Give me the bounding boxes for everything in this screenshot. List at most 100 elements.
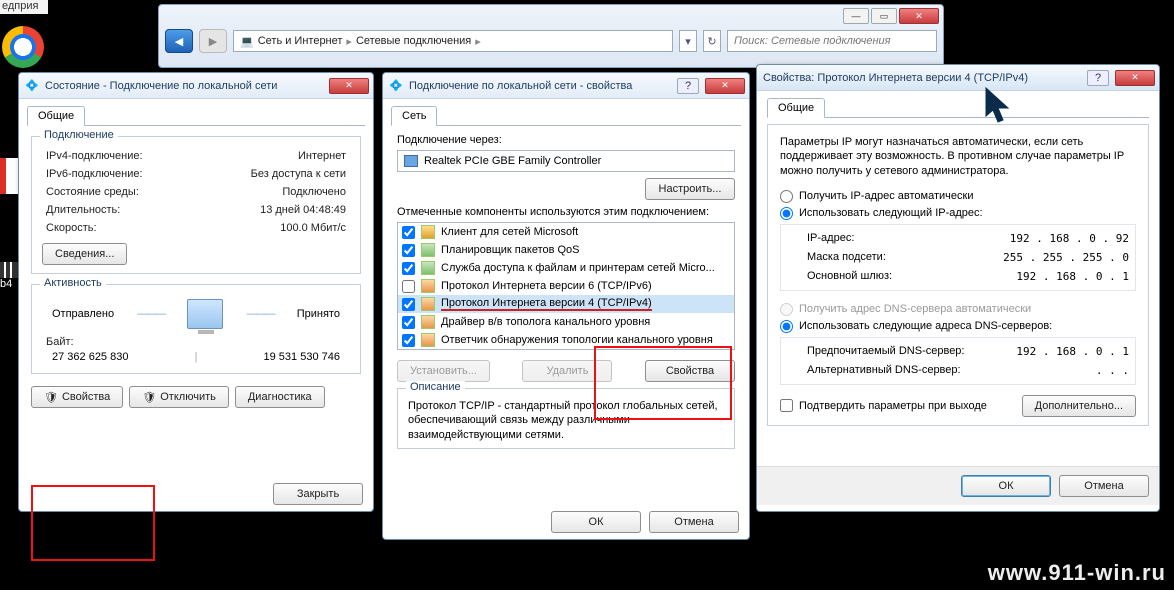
uninstall-button[interactable]: Удалить xyxy=(522,360,612,382)
search-input[interactable]: Поиск: Сетевые подключения xyxy=(727,30,937,52)
checkbox-label: Подтвердить параметры при выходе xyxy=(799,400,987,412)
configure-button[interactable]: Настроить... xyxy=(645,178,735,200)
window-title: Подключение по локальной сети - свойства xyxy=(409,80,671,92)
subnet-mask-field[interactable]: 255 . 255 . 255 . 0 xyxy=(1003,251,1129,264)
radio-manual-ip[interactable] xyxy=(780,207,793,220)
dns2-field[interactable]: . . . xyxy=(1096,364,1129,377)
cancel-button[interactable]: Отмена xyxy=(649,511,739,533)
nav-back-button[interactable]: ◀ xyxy=(165,29,193,53)
refresh-button[interactable]: ↻ xyxy=(703,30,721,52)
help-button[interactable]: ? xyxy=(1087,70,1109,86)
value: 100.0 Мбит/с xyxy=(280,222,346,234)
label: Подключение через: xyxy=(397,134,735,146)
explorer-window: — ▭ ✕ ◀ ▶ 💻 Сеть и Интернет ▸ Сетевые по… xyxy=(158,4,944,68)
status-window: 💠 Состояние - Подключение по локальной с… xyxy=(18,72,374,512)
close-button[interactable]: ✕ xyxy=(899,8,939,24)
service-icon xyxy=(421,243,435,257)
gmail-icon[interactable] xyxy=(0,158,18,194)
gateway-field[interactable]: 192 . 168 . 0 . 1 xyxy=(1016,270,1129,283)
ok-button[interactable]: ОК xyxy=(961,475,1051,497)
window-title: Свойства: Протокол Интернета версии 4 (T… xyxy=(763,72,1081,84)
protocol-icon xyxy=(421,333,435,347)
checkbox[interactable] xyxy=(402,280,415,293)
close-button[interactable]: ✕ xyxy=(1115,70,1155,86)
dns1-field[interactable]: 192 . 168 . 0 . 1 xyxy=(1016,345,1129,358)
advanced-button[interactable]: Дополнительно... xyxy=(1022,395,1136,417)
recv-label: Принято xyxy=(297,308,340,320)
label: Скорость: xyxy=(46,222,280,234)
taskbar-label: b4 xyxy=(0,278,12,290)
label: Состояние среды: xyxy=(46,186,282,198)
item-label: Ответчик обнаружения топологии канальног… xyxy=(441,334,713,346)
network-icon: 💠 xyxy=(25,79,39,93)
properties-button[interactable]: 🛡Свойства xyxy=(31,386,123,408)
breadcrumb[interactable]: 💻 Сеть и Интернет ▸ Сетевые подключения … xyxy=(233,30,673,52)
install-button[interactable]: Установить... xyxy=(397,360,490,382)
ip-address-field[interactable]: 192 . 168 . 0 . 92 xyxy=(1010,232,1129,245)
close-button[interactable]: ✕ xyxy=(705,78,745,94)
validate-checkbox-row[interactable]: Подтвердить параметры при выходе xyxy=(780,397,987,414)
shield-icon: 🛡 xyxy=(44,391,58,404)
cancel-button[interactable]: Отмена xyxy=(1059,475,1149,497)
list-item[interactable]: Служба доступа к файлам и принтерам сете… xyxy=(398,259,734,277)
history-dropdown[interactable]: ▾ xyxy=(679,30,697,52)
checkbox[interactable] xyxy=(402,334,415,347)
component-list[interactable]: Клиент для сетей Microsoft Планировщик п… xyxy=(397,222,735,350)
group-title: Активность xyxy=(40,277,106,289)
adapter-name: Realtek PCIe GBE Family Controller xyxy=(424,155,601,167)
taskbar-icon[interactable] xyxy=(0,262,18,278)
close-dialog-button[interactable]: Закрыть xyxy=(273,483,363,505)
minimize-button[interactable]: — xyxy=(843,8,869,24)
checkbox[interactable] xyxy=(402,244,415,257)
checkbox[interactable] xyxy=(402,262,415,275)
item-label: Протокол Интернета версии 6 (TCP/IPv6) xyxy=(441,280,652,292)
list-item[interactable]: Клиент для сетей Microsoft xyxy=(398,223,734,241)
tab-general[interactable]: Общие xyxy=(27,106,85,126)
description-text: Протокол TCP/IP - стандартный протокол г… xyxy=(408,399,724,442)
component-properties-button[interactable]: Свойства xyxy=(645,360,735,382)
checkbox[interactable] xyxy=(402,298,415,311)
radio-label: Получить IP-адрес автоматически xyxy=(799,190,973,202)
search-placeholder: Поиск: Сетевые подключения xyxy=(734,35,891,47)
watermark: www.911-win.ru xyxy=(988,560,1166,586)
radio-auto-dns xyxy=(780,303,793,316)
label: Альтернативный DNS-сервер: xyxy=(807,364,1096,376)
bytes-label: Байт: xyxy=(46,336,346,348)
chevron-right-icon: ▸ xyxy=(346,35,352,48)
value: Интернет xyxy=(298,150,346,162)
item-label: Протокол Интернета версии 4 (TCP/IPv4) xyxy=(441,297,652,311)
item-label: Драйвер в/в тополога канального уровня xyxy=(441,316,650,328)
network-icon: 💻 xyxy=(240,35,254,48)
window-title: Состояние - Подключение по локальной сет… xyxy=(45,80,323,92)
breadcrumb-seg[interactable]: Сеть и Интернет xyxy=(258,35,343,47)
list-item-selected[interactable]: Протокол Интернета версии 4 (TCP/IPv4) xyxy=(398,295,734,313)
validate-checkbox[interactable] xyxy=(780,399,793,412)
help-button[interactable]: ? xyxy=(677,78,699,94)
nav-forward-button[interactable]: ▶ xyxy=(199,29,227,53)
list-item[interactable]: Протокол Интернета версии 6 (TCP/IPv6) xyxy=(398,277,734,295)
list-item[interactable]: Драйвер в/в тополога канального уровня xyxy=(398,313,734,331)
breadcrumb-seg[interactable]: Сетевые подключения xyxy=(356,35,471,47)
disable-button[interactable]: 🛡Отключить xyxy=(129,386,229,408)
radio-manual-dns[interactable] xyxy=(780,320,793,333)
chevron-right-icon: ▸ xyxy=(475,35,481,48)
chrome-icon[interactable] xyxy=(2,26,44,68)
diagnose-button[interactable]: Диагностика xyxy=(235,386,325,408)
desktop-fragment: едприя xyxy=(0,0,48,14)
details-button[interactable]: Сведения... xyxy=(42,243,127,265)
label: IPv6-подключение: xyxy=(46,168,251,180)
group-activity: Активность Отправлено ——— ——— Принято Ба… xyxy=(31,284,361,374)
checkbox[interactable] xyxy=(402,226,415,239)
close-button[interactable]: ✕ xyxy=(329,78,369,94)
client-icon xyxy=(421,225,435,239)
list-item[interactable]: Планировщик пакетов QoS xyxy=(398,241,734,259)
tab-general[interactable]: Общие xyxy=(767,98,825,118)
tab-network[interactable]: Сеть xyxy=(391,106,437,126)
ok-button[interactable]: ОК xyxy=(551,511,641,533)
radio-auto-ip[interactable] xyxy=(780,190,793,203)
checkbox[interactable] xyxy=(402,316,415,329)
list-item[interactable]: Ответчик обнаружения топологии канальног… xyxy=(398,331,734,349)
item-label: Служба доступа к файлам и принтерам сете… xyxy=(441,262,715,274)
maximize-button[interactable]: ▭ xyxy=(871,8,897,24)
bytes-recv: 19 531 530 746 xyxy=(264,351,340,363)
